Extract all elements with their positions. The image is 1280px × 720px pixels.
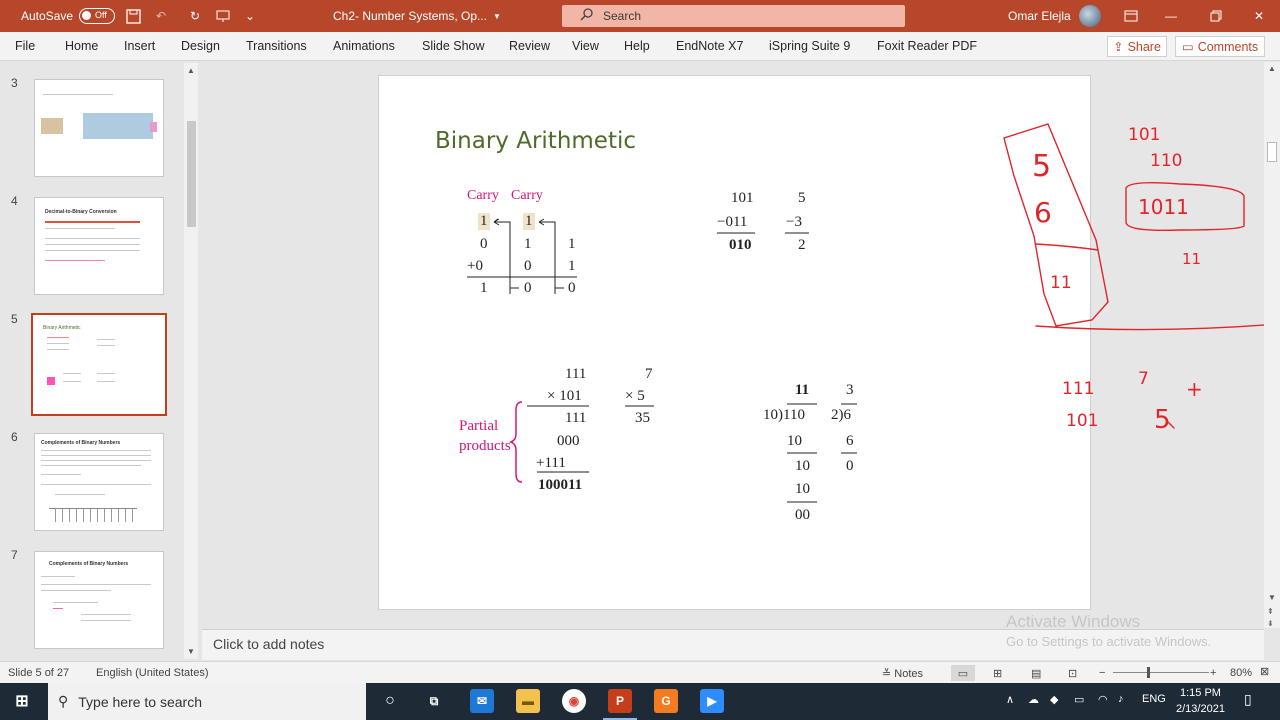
language-indicator[interactable]: ENG xyxy=(1142,693,1166,705)
zoom-slider-thumb[interactable] xyxy=(1147,667,1150,678)
zoom-in-button[interactable]: + xyxy=(1210,667,1216,679)
tab-animations[interactable]: Animations xyxy=(333,39,395,53)
slide-canvas[interactable]: Binary Arithmetic Carry Carry 1 1 0 1 1 … xyxy=(378,75,1091,610)
next-slide-icon[interactable]: ⇟ xyxy=(1267,619,1274,628)
cortana-icon[interactable]: ○ xyxy=(378,689,402,713)
comment-icon: ▭ xyxy=(1181,40,1194,54)
zoom-slider[interactable] xyxy=(1113,672,1209,673)
tab-design[interactable]: Design xyxy=(181,39,220,53)
slide-thumbnail-3[interactable] xyxy=(34,79,164,177)
draw-app-icon[interactable]: G xyxy=(654,689,678,713)
zoom-app-icon[interactable]: ▶ xyxy=(700,689,724,713)
notes-icon: ≚ xyxy=(882,668,892,680)
redo-icon[interactable]: ↻ xyxy=(185,6,205,26)
undo-icon[interactable]: ↶ xyxy=(151,6,171,26)
search-placeholder: Search xyxy=(603,9,642,23)
slide-thumbnail-4[interactable]: Decimal-to-Binary Conversion xyxy=(34,197,164,295)
scrollbar-thumb[interactable] xyxy=(1267,142,1277,162)
status-bar: Slide 5 of 27 English (United States) ≚ … xyxy=(0,661,1280,683)
normal-view-icon[interactable]: ▭ xyxy=(951,665,975,681)
search-icon xyxy=(580,8,593,24)
chevron-up-icon[interactable]: ∧ xyxy=(1006,693,1014,706)
close-icon[interactable]: ✕ xyxy=(1249,6,1269,26)
title-bar: AutoSave Off ↶ ↻ ⌄ Ch2- Number Systems, … xyxy=(0,0,1280,32)
windows-taskbar: ⊞ ⚲ Type here to search ○ ⧉ ✉ ▬ ◉ P G ▶ … xyxy=(0,683,1280,720)
dropbox-icon[interactable]: ◆ xyxy=(1050,693,1058,706)
thumb-number: 6 xyxy=(11,430,18,444)
tab-foxit[interactable]: Foxit Reader PDF xyxy=(877,39,977,53)
slide-thumbnail-7[interactable]: Complements of Binary Numbers xyxy=(34,551,164,649)
slide-counter: Slide 5 of 27 xyxy=(8,667,70,679)
restore-icon[interactable] xyxy=(1206,6,1226,26)
share-button[interactable]: ⇪ Share xyxy=(1107,36,1167,57)
notes-placeholder: Click to add notes xyxy=(213,636,325,652)
search-icon: ⚲ xyxy=(58,693,69,709)
tab-endnote[interactable]: EndNote X7 xyxy=(676,39,743,53)
tab-home[interactable]: Home xyxy=(65,39,98,53)
tab-slide-show[interactable]: Slide Show xyxy=(422,39,485,53)
task-view-icon[interactable]: ⧉ xyxy=(422,689,446,713)
wifi-icon[interactable]: ◠ xyxy=(1098,693,1108,706)
share-icon: ⇪ xyxy=(1113,40,1124,54)
user-name[interactable]: Omar Elejla xyxy=(1008,9,1071,23)
zoom-out-button[interactable]: − xyxy=(1099,667,1105,679)
taskbar-search-placeholder: Type here to search xyxy=(78,693,203,710)
slide-sorter-icon[interactable]: ⊞ xyxy=(993,667,1002,680)
notification-icon[interactable]: ▯ xyxy=(1244,691,1252,708)
thumb-number: 3 xyxy=(11,76,18,90)
thumb-number: 7 xyxy=(11,548,18,562)
language-indicator[interactable]: English (United States) xyxy=(96,667,209,679)
powerpoint-icon[interactable]: P xyxy=(608,689,632,713)
mail-icon[interactable]: ✉ xyxy=(470,689,494,713)
tab-ispring[interactable]: iSpring Suite 9 xyxy=(769,39,850,53)
slide-thumbnail-6[interactable]: Complements of Binary Numbers xyxy=(34,433,164,531)
slide-scrollbar[interactable]: ▲ ▼ ⇞ ⇟ xyxy=(1264,62,1280,628)
chevron-down-icon[interactable]: ▼ xyxy=(493,12,501,21)
file-explorer-icon[interactable]: ▬ xyxy=(516,689,540,713)
thumbnail-scrollbar[interactable]: ▲ ▼ xyxy=(184,63,198,659)
present-icon[interactable] xyxy=(213,6,233,26)
minimize-icon[interactable]: — xyxy=(1161,6,1181,26)
clock-time[interactable]: 1:15 PM xyxy=(1180,687,1221,699)
customize-qat-icon[interactable]: ⌄ xyxy=(240,6,260,26)
volume-icon[interactable]: ♪ xyxy=(1118,693,1124,705)
tab-help[interactable]: Help xyxy=(624,39,650,53)
thumb-number: 5 xyxy=(11,312,18,326)
taskbar-search-input[interactable]: ⚲ Type here to search xyxy=(48,683,366,720)
scrollbar-thumb[interactable] xyxy=(187,121,196,227)
avatar[interactable] xyxy=(1078,5,1101,27)
ribbon-tabs: File Home Insert Design Transitions Anim… xyxy=(0,32,1280,61)
ribbon-display-icon[interactable] xyxy=(1121,6,1141,26)
zoom-level[interactable]: 80% xyxy=(1230,667,1252,679)
clock-date[interactable]: 2/13/2021 xyxy=(1176,703,1225,715)
chrome-icon[interactable]: ◉ xyxy=(562,689,586,713)
thumb-number: 4 xyxy=(11,194,18,208)
tab-review[interactable]: Review xyxy=(509,39,550,53)
tab-transitions[interactable]: Transitions xyxy=(246,39,307,53)
autosave-toggle[interactable]: Off xyxy=(79,8,116,24)
slide-thumbnail-pane: 3 4 Decimal-to-Binary Conversion 5 Binar… xyxy=(0,62,200,662)
save-icon[interactable] xyxy=(123,6,143,26)
tab-insert[interactable]: Insert xyxy=(124,39,155,53)
comments-button[interactable]: ▭ Comments xyxy=(1175,36,1265,57)
windows-start-icon[interactable]: ⊞ xyxy=(10,689,34,713)
tab-file[interactable]: File xyxy=(15,39,35,53)
autosave-label: AutoSave xyxy=(21,9,74,23)
fit-to-window-icon[interactable]: ⊠ xyxy=(1260,665,1269,678)
slideshow-view-icon[interactable]: ⊡ xyxy=(1068,667,1077,680)
activation-watermark-sub: Go to Settings to activate Windows. xyxy=(1006,634,1212,649)
onedrive-icon[interactable]: ☁ xyxy=(1028,693,1039,706)
tab-view[interactable]: View xyxy=(572,39,599,53)
slide-thumbnail-5[interactable]: Binary Arithmetic xyxy=(31,313,167,416)
activation-watermark: Activate Windows xyxy=(1006,612,1141,631)
document-title[interactable]: Ch2- Number Systems, Op... xyxy=(333,9,487,23)
reading-view-icon[interactable]: ▤ xyxy=(1031,667,1041,680)
notes-button[interactable]: ≚ Notes xyxy=(882,667,923,680)
previous-slide-icon[interactable]: ⇞ xyxy=(1267,607,1274,616)
search-input[interactable]: Search xyxy=(562,5,905,27)
battery-icon[interactable]: ▭ xyxy=(1074,693,1084,706)
